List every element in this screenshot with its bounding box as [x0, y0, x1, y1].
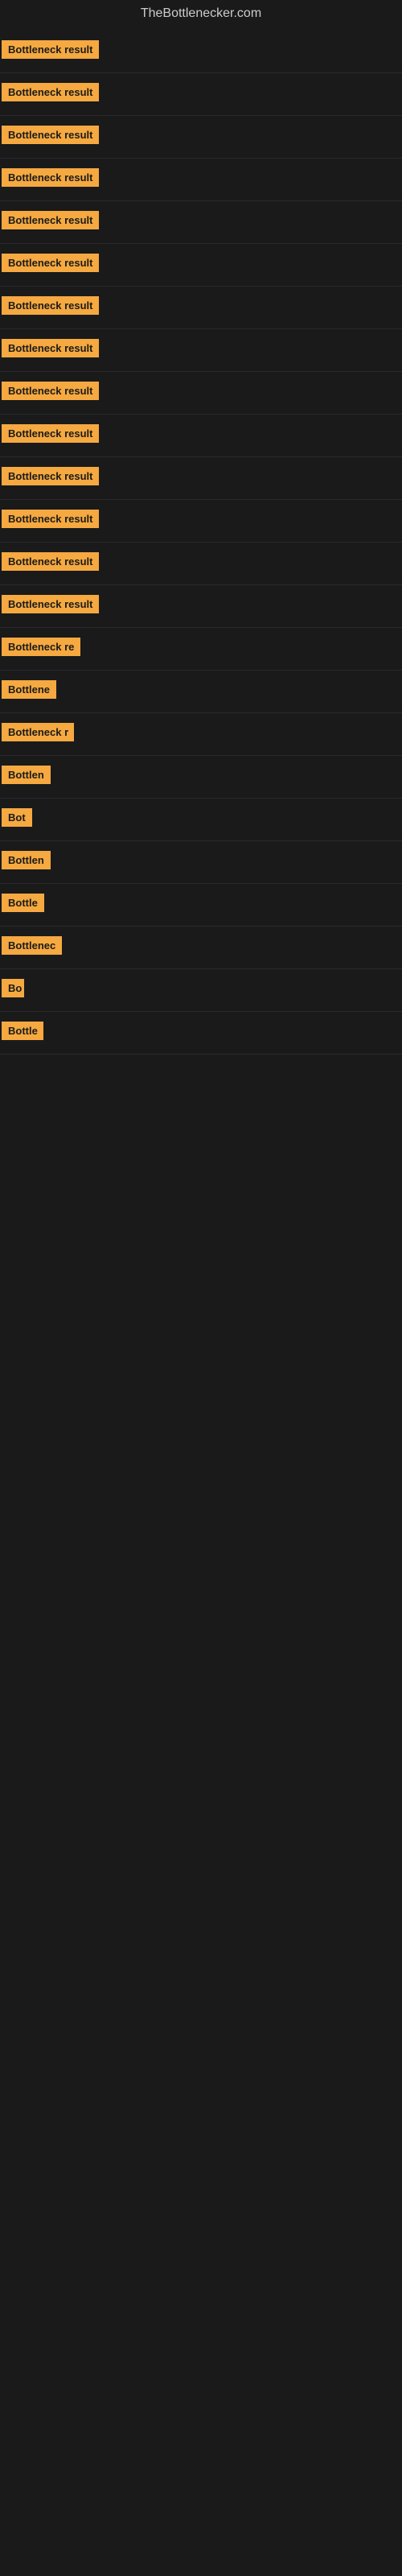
bottleneck-label[interactable]: Bottleneck r [2, 723, 74, 741]
result-row: Bottleneck result [0, 31, 402, 73]
bottleneck-label[interactable]: Bottleneck result [2, 40, 99, 59]
result-row: Bottleneck result [0, 329, 402, 372]
bottleneck-label[interactable]: Bottleneck result [2, 168, 99, 187]
result-row: Bo [0, 969, 402, 1012]
bottleneck-label[interactable]: Bottleneck result [2, 424, 99, 443]
bottleneck-label[interactable]: Bottleneck result [2, 467, 99, 485]
result-row: Bot [0, 799, 402, 841]
result-row: Bottleneck result [0, 159, 402, 201]
result-row: Bottleneck result [0, 287, 402, 329]
result-row: Bottlene [0, 671, 402, 713]
bottleneck-label[interactable]: Bo [2, 979, 24, 997]
result-row: Bottleneck result [0, 244, 402, 287]
bottleneck-label[interactable]: Bottle [2, 1022, 43, 1040]
result-row: Bottleneck re [0, 628, 402, 671]
result-row: Bottleneck result [0, 201, 402, 244]
bottleneck-label[interactable]: Bottleneck result [2, 83, 99, 101]
bottleneck-label[interactable]: Bottleneck result [2, 254, 99, 272]
result-row: Bottleneck result [0, 500, 402, 543]
bottleneck-label[interactable]: Bottlenec [2, 936, 62, 955]
result-row: Bottlen [0, 841, 402, 884]
bottleneck-label[interactable]: Bottlen [2, 851, 51, 869]
result-row: Bottleneck result [0, 372, 402, 415]
bottleneck-label[interactable]: Bottleneck result [2, 296, 99, 315]
result-row: Bottleneck result [0, 543, 402, 585]
result-row: Bottleneck result [0, 415, 402, 457]
bottleneck-label[interactable]: Bottleneck result [2, 595, 99, 613]
bottleneck-label[interactable]: Bottleneck re [2, 638, 80, 656]
result-row: Bottleneck r [0, 713, 402, 756]
bottleneck-label[interactable]: Bottleneck result [2, 552, 99, 571]
bottleneck-label[interactable]: Bottlene [2, 680, 56, 699]
result-row: Bottle [0, 1012, 402, 1055]
result-row: Bottlen [0, 756, 402, 799]
result-row: Bottleneck result [0, 585, 402, 628]
results-list: Bottleneck result Bottleneck result Bottle… [0, 31, 402, 1055]
result-row: Bottle [0, 884, 402, 927]
bottleneck-label[interactable]: Bot [2, 808, 32, 827]
bottleneck-label[interactable]: Bottleneck result [2, 339, 99, 357]
bottleneck-label[interactable]: Bottle [2, 894, 44, 912]
bottleneck-label[interactable]: Bottleneck result [2, 211, 99, 229]
result-row: Bottleneck result [0, 73, 402, 116]
bottleneck-label[interactable]: Bottlen [2, 766, 51, 784]
result-row: Bottleneck result [0, 457, 402, 500]
bottleneck-label[interactable]: Bottleneck result [2, 126, 99, 144]
site-title: TheBottlenecker.com [0, 0, 402, 31]
bottleneck-label[interactable]: Bottleneck result [2, 510, 99, 528]
result-row: Bottleneck result [0, 116, 402, 159]
bottleneck-label[interactable]: Bottleneck result [2, 382, 99, 400]
result-row: Bottlenec [0, 927, 402, 969]
